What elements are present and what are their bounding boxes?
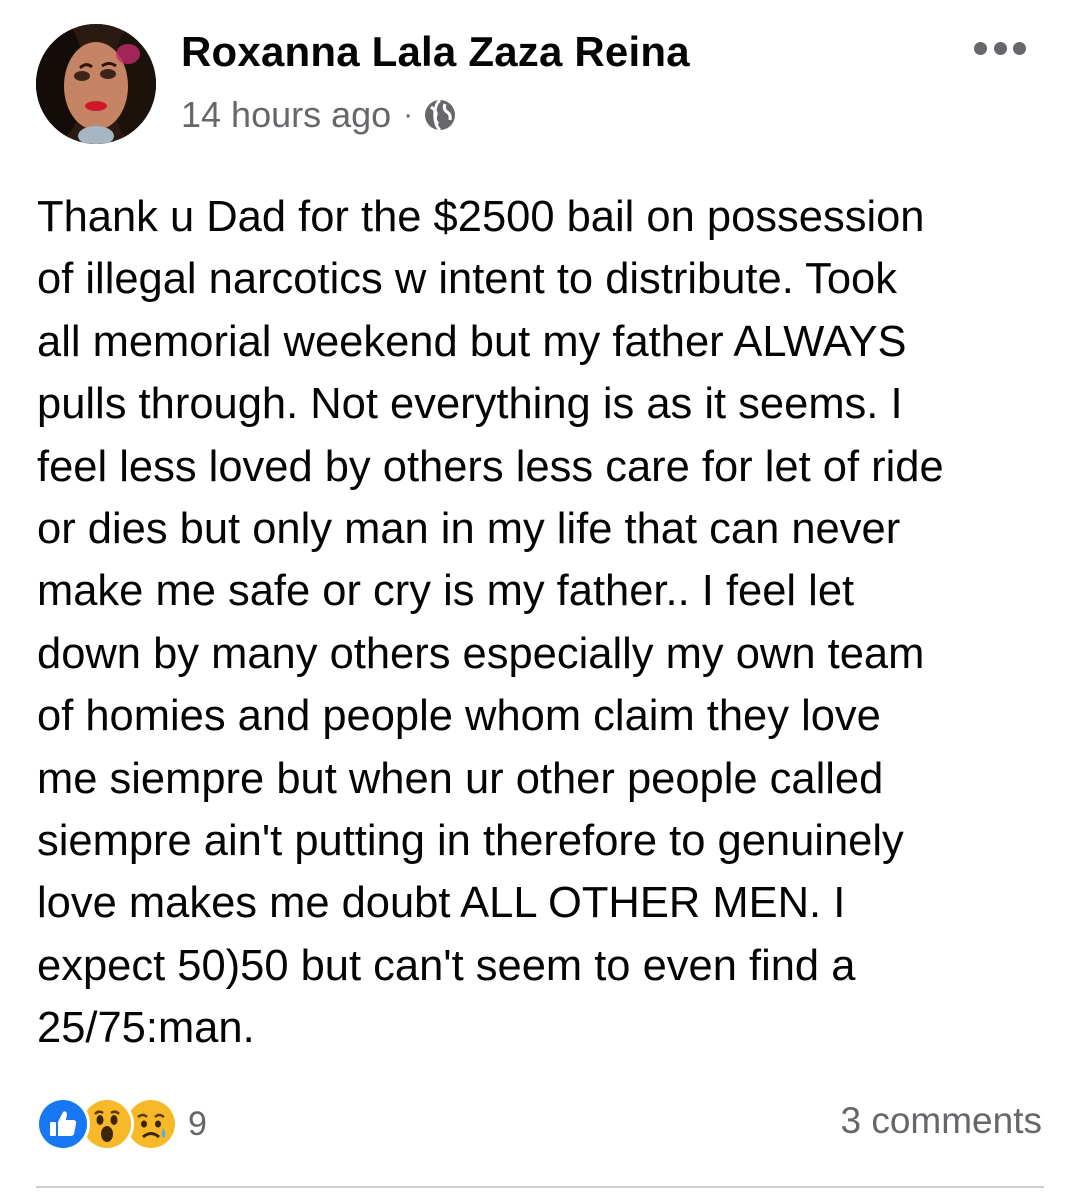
author-avatar[interactable] (36, 24, 156, 144)
meta-separator: · (403, 98, 414, 131)
comments-count[interactable]: 3 comments (840, 1100, 1042, 1142)
more-dot (1013, 41, 1026, 55)
post-meta: 14 hours ago · (181, 94, 457, 136)
more-dot (993, 41, 1007, 55)
divider (36, 1186, 1044, 1188)
globe-icon[interactable] (423, 98, 457, 132)
reaction-summary[interactable]: 9 (36, 1097, 207, 1151)
author-name[interactable]: Roxanna Lala Zaza Reina (181, 28, 690, 76)
like-icon (36, 1097, 90, 1151)
post-timestamp[interactable]: 14 hours ago (181, 94, 391, 136)
post-text: Thank u Dad for the $2500 bail on posses… (37, 193, 944, 1053)
more-horizontal-icon[interactable] (974, 36, 1026, 60)
more-dot (974, 41, 987, 55)
facebook-post: Roxanna Lala Zaza Reina 14 hours ago · T… (0, 0, 1080, 1204)
reaction-count: 9 (188, 1104, 207, 1143)
